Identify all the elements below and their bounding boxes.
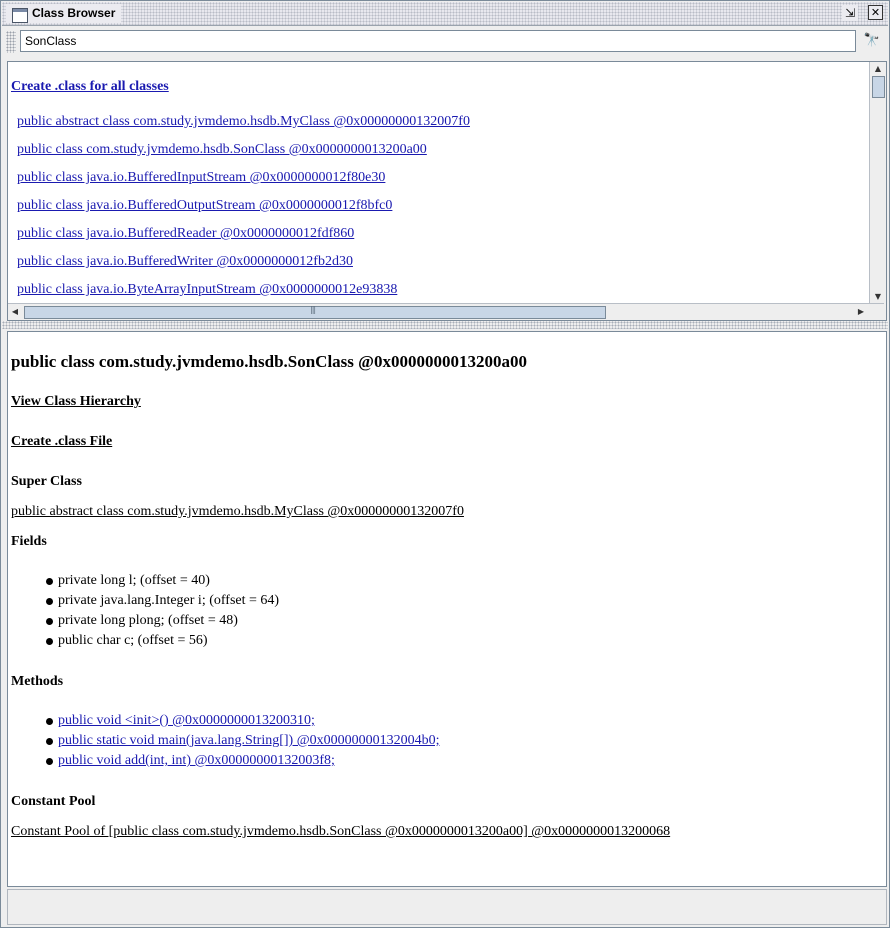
method-item: public static void main(java.lang.String… [46, 731, 440, 751]
class-list-item[interactable]: public abstract class com.study.jvmdemo.… [17, 114, 470, 130]
class-list: Create .class for all classes public abs… [11, 62, 866, 304]
scroll-corner [870, 304, 886, 320]
horizontal-scrollbar[interactable]: ◀ ▶ [8, 303, 884, 320]
class-detail-pane: public class com.study.jvmdemo.hsdb.SonC… [7, 331, 887, 887]
class-list-item[interactable]: public class java.io.BufferedInputStream… [17, 170, 385, 186]
method-link[interactable]: public void add(int, int) @0x00000000132… [58, 753, 335, 768]
minimize-icon[interactable]: ⇲ [842, 5, 858, 21]
class-list-item[interactable]: public class java.io.BufferedOutputStrea… [17, 198, 392, 214]
pane-splitter[interactable] [2, 321, 888, 329]
view-class-hierarchy-link[interactable]: View Class Hierarchy [11, 394, 141, 410]
window-title: Class Browser [6, 4, 122, 23]
scroll-left-icon[interactable]: ◀ [8, 304, 22, 320]
create-class-file-link[interactable]: Create .class File [11, 434, 112, 450]
class-list-item[interactable]: public class java.io.BufferedReader @0x0… [17, 226, 354, 242]
class-browser-window: Class Browser ⇲ ✕ SonClass 🔭 Create .cla… [0, 0, 890, 928]
class-list-item[interactable]: public class java.io.BufferedWriter @0x0… [17, 254, 353, 270]
close-icon[interactable]: ✕ [868, 5, 883, 20]
status-bar [7, 889, 887, 925]
class-list-item[interactable]: public class java.io.ByteArrayInputStrea… [17, 282, 397, 298]
methods-list: public void <init>() @0x0000000013200310… [46, 711, 440, 771]
class-list-item[interactable]: public class com.study.jvmdemo.hsdb.SonC… [17, 142, 427, 158]
field-item: public char c; (offset = 56) [46, 631, 279, 651]
method-item: public void <init>() @0x0000000013200310… [46, 711, 440, 731]
window-title-text: Class Browser [32, 6, 116, 20]
vertical-scrollbar[interactable]: ▲ ▼ [869, 62, 886, 304]
create-class-for-all-link[interactable]: Create .class for all classes [11, 79, 169, 95]
horizontal-scroll-thumb[interactable] [24, 305, 606, 319]
method-link[interactable]: public static void main(java.lang.String… [58, 733, 440, 748]
title-bar[interactable]: Class Browser ⇲ ✕ [2, 2, 888, 26]
super-class-link[interactable]: public abstract class com.study.jvmdemo.… [11, 504, 464, 520]
field-item: private long plong; (offset = 48) [46, 611, 279, 631]
fields-list: private long l; (offset = 40) private ja… [46, 571, 279, 651]
search-input[interactable]: SonClass [20, 30, 856, 52]
constant-pool-header: Constant Pool [11, 794, 96, 809]
class-list-pane: Create .class for all classes public abs… [7, 61, 887, 321]
class-heading: public class com.study.jvmdemo.hsdb.SonC… [11, 352, 527, 371]
field-item: private java.lang.Integer i; (offset = 6… [46, 591, 279, 611]
super-class-header: Super Class [11, 474, 82, 489]
search-toolbar: SonClass 🔭 [2, 26, 888, 58]
scroll-right-icon[interactable]: ▶ [854, 304, 868, 320]
methods-header: Methods [11, 674, 64, 689]
vertical-scroll-thumb[interactable] [872, 76, 885, 98]
constant-pool-link[interactable]: Constant Pool of [public class com.study… [11, 824, 670, 840]
fields-header: Fields [11, 534, 47, 549]
scroll-up-icon[interactable]: ▲ [870, 62, 886, 76]
window-icon [12, 8, 28, 23]
method-link[interactable]: public void <init>() @0x0000000013200310… [58, 713, 315, 728]
method-item: public void add(int, int) @0x00000000132… [46, 751, 440, 771]
toolbar-grip[interactable] [6, 31, 16, 53]
scroll-down-icon[interactable]: ▼ [870, 290, 886, 304]
field-item: private long l; (offset = 40) [46, 571, 279, 591]
binoculars-icon[interactable]: 🔭 [860, 30, 884, 52]
